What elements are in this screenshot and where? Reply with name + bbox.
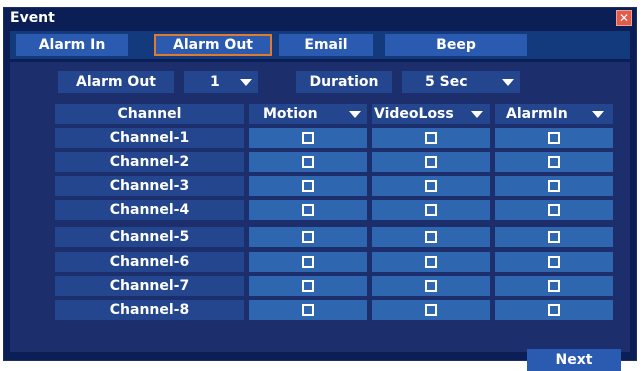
motion-checkbox[interactable] [249,276,367,296]
checkbox-icon [425,280,437,292]
checkbox-icon [302,231,314,243]
alarmin-checkbox[interactable] [495,152,613,172]
duration-value: 5 Sec [425,74,468,90]
alarm-out-value: 1 [210,74,220,90]
videoloss-checkbox[interactable] [372,152,490,172]
chevron-down-icon [592,111,604,118]
header-motion[interactable]: Motion [249,104,367,124]
tab-alarm-in[interactable]: Alarm In [16,34,128,56]
tab-bar: Alarm In Alarm Out Email Beep [10,31,630,59]
alarm-out-label: Alarm Out [58,71,174,93]
videoloss-checkbox[interactable] [372,252,490,272]
channel-label: Channel-4 [55,200,244,220]
videoloss-checkbox[interactable] [372,176,490,196]
alarmin-checkbox[interactable] [495,200,613,220]
checkbox-icon [548,156,560,168]
motion-checkbox[interactable] [249,300,367,320]
checkbox-icon [548,304,560,316]
alarmin-checkbox[interactable] [495,176,613,196]
header-channel: Channel [55,104,244,124]
checkbox-icon [548,231,560,243]
checkbox-icon [425,256,437,268]
motion-checkbox[interactable] [249,176,367,196]
checkbox-icon [302,180,314,192]
checkbox-icon [302,304,314,316]
next-button[interactable]: Next [527,349,621,371]
header-alarmin-label: AlarmIn [506,106,568,122]
channel-label: Channel-7 [55,276,244,296]
channel-label: Channel-8 [55,300,244,320]
checkbox-icon [425,132,437,144]
alarmin-checkbox[interactable] [495,128,613,148]
channel-label: Channel-5 [55,227,244,247]
checkbox-icon [302,280,314,292]
tab-alarm-out[interactable]: Alarm Out [154,34,272,56]
checkbox-icon [425,156,437,168]
videoloss-checkbox[interactable] [372,300,490,320]
checkbox-icon [425,180,437,192]
header-motion-label: Motion [263,106,318,122]
checkbox-icon [548,132,560,144]
duration-label: Duration [296,71,392,93]
header-videoloss-label: VideoLoss [374,106,454,122]
videoloss-checkbox[interactable] [372,128,490,148]
motion-checkbox[interactable] [249,252,367,272]
alarm-out-select[interactable]: 1 [184,71,258,93]
alarmin-checkbox[interactable] [495,252,613,272]
chevron-down-icon [240,79,252,86]
checkbox-icon [302,256,314,268]
checkbox-icon [302,156,314,168]
checkbox-icon [548,204,560,216]
header-alarmin[interactable]: AlarmIn [495,104,613,124]
title-bar: Event ✕ [4,8,636,29]
chevron-down-icon [502,79,514,86]
close-button[interactable]: ✕ [616,10,632,26]
channel-label: Channel-1 [55,128,244,148]
tab-email[interactable]: Email [279,34,373,56]
motion-checkbox[interactable] [249,200,367,220]
videoloss-checkbox[interactable] [372,227,490,247]
checkbox-icon [425,231,437,243]
channel-label: Channel-2 [55,152,244,172]
motion-checkbox[interactable] [249,152,367,172]
dialog-title: Event [10,10,55,26]
header-videoloss[interactable]: VideoLoss [372,104,490,124]
checkbox-icon [548,256,560,268]
alarmin-checkbox[interactable] [495,276,613,296]
chevron-down-icon [471,111,483,118]
duration-select[interactable]: 5 Sec [402,71,520,93]
close-icon: ✕ [618,11,630,25]
alarmin-checkbox[interactable] [495,227,613,247]
checkbox-icon [425,204,437,216]
videoloss-checkbox[interactable] [372,200,490,220]
videoloss-checkbox[interactable] [372,276,490,296]
motion-checkbox[interactable] [249,227,367,247]
channel-label: Channel-3 [55,176,244,196]
checkbox-icon [302,132,314,144]
checkbox-icon [425,304,437,316]
alarmin-checkbox[interactable] [495,300,613,320]
chevron-down-icon [349,111,361,118]
checkbox-icon [548,280,560,292]
checkbox-icon [548,180,560,192]
checkbox-icon [302,204,314,216]
motion-checkbox[interactable] [249,128,367,148]
channel-label: Channel-6 [55,252,244,272]
tab-beep[interactable]: Beep [385,34,527,56]
